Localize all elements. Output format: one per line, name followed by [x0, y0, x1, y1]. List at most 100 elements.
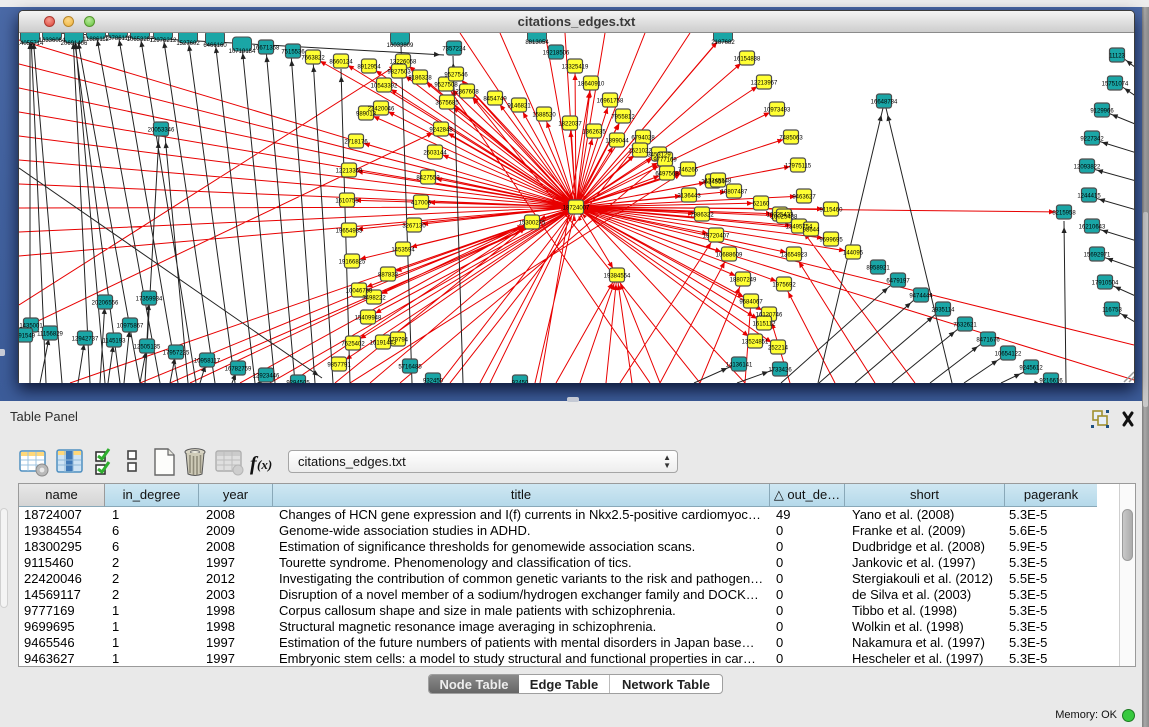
svg-text:2136443: 2136443 [677, 194, 701, 200]
svg-text:1615112: 1615112 [753, 322, 777, 328]
svg-text:1610755: 1610755 [335, 199, 359, 205]
svg-text:16648784: 16648784 [871, 100, 898, 106]
svg-text:16033809: 16033809 [387, 43, 414, 49]
svg-text:9474444: 9474444 [909, 294, 933, 300]
svg-text:16210643: 16210643 [1079, 225, 1106, 231]
svg-text:13245548: 13245548 [705, 179, 732, 185]
svg-text:18807249: 18807249 [730, 278, 757, 284]
svg-text:391549: 391549 [19, 334, 36, 340]
svg-text:9227342: 9227342 [1080, 137, 1104, 143]
svg-text:3675685: 3675685 [435, 101, 459, 107]
svg-text:8958921: 8958921 [866, 266, 890, 272]
svg-text:18724007: 18724007 [563, 206, 590, 212]
svg-text:9115460: 9115460 [820, 208, 844, 214]
svg-text:144095: 144095 [843, 251, 864, 257]
svg-text:9527546: 9527546 [444, 73, 468, 79]
svg-text:9242848: 9242848 [429, 128, 453, 134]
svg-text:887833: 887833 [378, 273, 399, 279]
svg-text:10688609: 10688609 [716, 253, 743, 259]
svg-text:2367608: 2367608 [455, 90, 479, 96]
svg-text:17359934: 17359934 [136, 297, 163, 303]
svg-text:13226058: 13226058 [390, 60, 417, 66]
svg-text:10543392: 10543392 [371, 84, 398, 90]
svg-text:7632621: 7632621 [953, 323, 977, 329]
svg-text:62160: 62160 [753, 202, 770, 208]
svg-text:5716485: 5716485 [398, 365, 422, 371]
svg-text:8912954: 8912954 [357, 65, 381, 71]
svg-text:9699695: 9699695 [819, 238, 843, 244]
svg-text:2718176: 2718176 [344, 140, 368, 146]
svg-text:9463627: 9463627 [792, 195, 816, 201]
svg-text:6497568: 6497568 [655, 172, 679, 178]
svg-text:16782759: 16782759 [225, 367, 252, 373]
svg-text:1362635: 1362635 [582, 130, 606, 136]
svg-text:1822037: 1822037 [558, 122, 582, 128]
svg-text:8427552: 8427552 [416, 176, 440, 182]
svg-text:(x): (x) [257, 457, 272, 472]
svg-text:1527602: 1527602 [176, 41, 200, 47]
svg-text:12976212: 12976212 [150, 38, 177, 44]
svg-text:7986322: 7986322 [690, 213, 714, 219]
svg-text:15300275: 15300275 [519, 221, 546, 227]
svg-text:252214: 252214 [768, 346, 789, 352]
svg-text:9146821: 9146821 [507, 104, 531, 110]
svg-text:20053346: 20053346 [148, 128, 175, 134]
svg-text:679794: 679794 [388, 338, 409, 344]
svg-text:9857791: 9857791 [327, 363, 351, 369]
svg-text:8813054: 8813054 [525, 40, 549, 46]
svg-text:1435001: 1435001 [19, 324, 43, 330]
svg-text:746266: 746266 [678, 168, 699, 174]
svg-text:18640910: 18640910 [578, 82, 605, 88]
svg-text:10807487: 10807487 [721, 190, 748, 196]
svg-text:13654923: 13654923 [781, 253, 808, 259]
svg-text:10654122: 10654122 [995, 352, 1022, 358]
svg-text:16671358: 16671358 [253, 46, 280, 52]
svg-text:932450: 932450 [423, 379, 444, 384]
svg-text:10046768: 10046768 [346, 289, 373, 295]
svg-text:19654983: 19654983 [336, 229, 363, 235]
svg-text:13524851: 13524851 [742, 340, 769, 346]
svg-text:8454749: 8454749 [483, 97, 507, 103]
svg-text:11123: 11123 [1109, 54, 1125, 60]
svg-text:9129966: 9129966 [1090, 109, 1114, 115]
svg-text:1244415: 1244415 [1077, 194, 1101, 200]
svg-text:7485063: 7485063 [779, 136, 803, 142]
svg-text:15409948: 15409948 [355, 316, 382, 322]
svg-text:15720407: 15720407 [703, 234, 730, 240]
svg-text:10975867: 10975867 [117, 324, 144, 330]
svg-text:9245612: 9245612 [1019, 366, 1043, 372]
svg-text:16961758: 16961758 [597, 99, 624, 105]
svg-text:16154838: 16154838 [734, 57, 761, 63]
svg-text:2603144: 2603144 [423, 151, 447, 157]
svg-text:9216616: 9216616 [1039, 379, 1063, 384]
svg-text:8215958: 8215958 [1052, 211, 1076, 217]
svg-text:1145193: 1145193 [103, 339, 127, 345]
svg-text:13325419: 13325419 [562, 65, 589, 71]
svg-text:14136141: 14136141 [726, 363, 753, 369]
svg-text:9684067: 9684067 [739, 300, 763, 306]
svg-text:19384554: 19384554 [604, 274, 631, 280]
svg-text:7663822: 7663822 [301, 56, 325, 62]
svg-text:98644: 98644 [803, 228, 820, 234]
svg-text:17910504: 17910504 [1092, 281, 1119, 287]
svg-text:7357224: 7357224 [442, 47, 466, 53]
svg-text:12213369: 12213369 [336, 169, 363, 175]
svg-text:3267130: 3267130 [402, 224, 426, 230]
svg-text:20206556: 20206556 [92, 301, 119, 307]
svg-text:15692971: 15692971 [1084, 253, 1111, 259]
svg-text:989013: 989013 [356, 112, 377, 118]
svg-text:1588520: 1588520 [532, 113, 556, 119]
svg-text:12093822: 12093822 [1074, 165, 1101, 171]
svg-text:9294505: 9294505 [286, 381, 310, 384]
svg-text:6466160: 6466160 [203, 43, 227, 49]
svg-text:7625402: 7625402 [341, 342, 365, 348]
svg-text:10025438: 10025438 [771, 215, 798, 221]
svg-text:10973493: 10973493 [764, 108, 791, 114]
svg-text:116753: 116753 [1102, 308, 1122, 314]
svg-text:8186328: 8186328 [408, 76, 432, 82]
svg-text:17957225: 17957225 [163, 351, 190, 357]
svg-text:9527508: 9527508 [434, 83, 458, 89]
svg-text:7955812: 7955812 [611, 115, 635, 121]
svg-text:12505135: 12505135 [134, 345, 161, 351]
svg-text:92450: 92450 [512, 381, 529, 384]
